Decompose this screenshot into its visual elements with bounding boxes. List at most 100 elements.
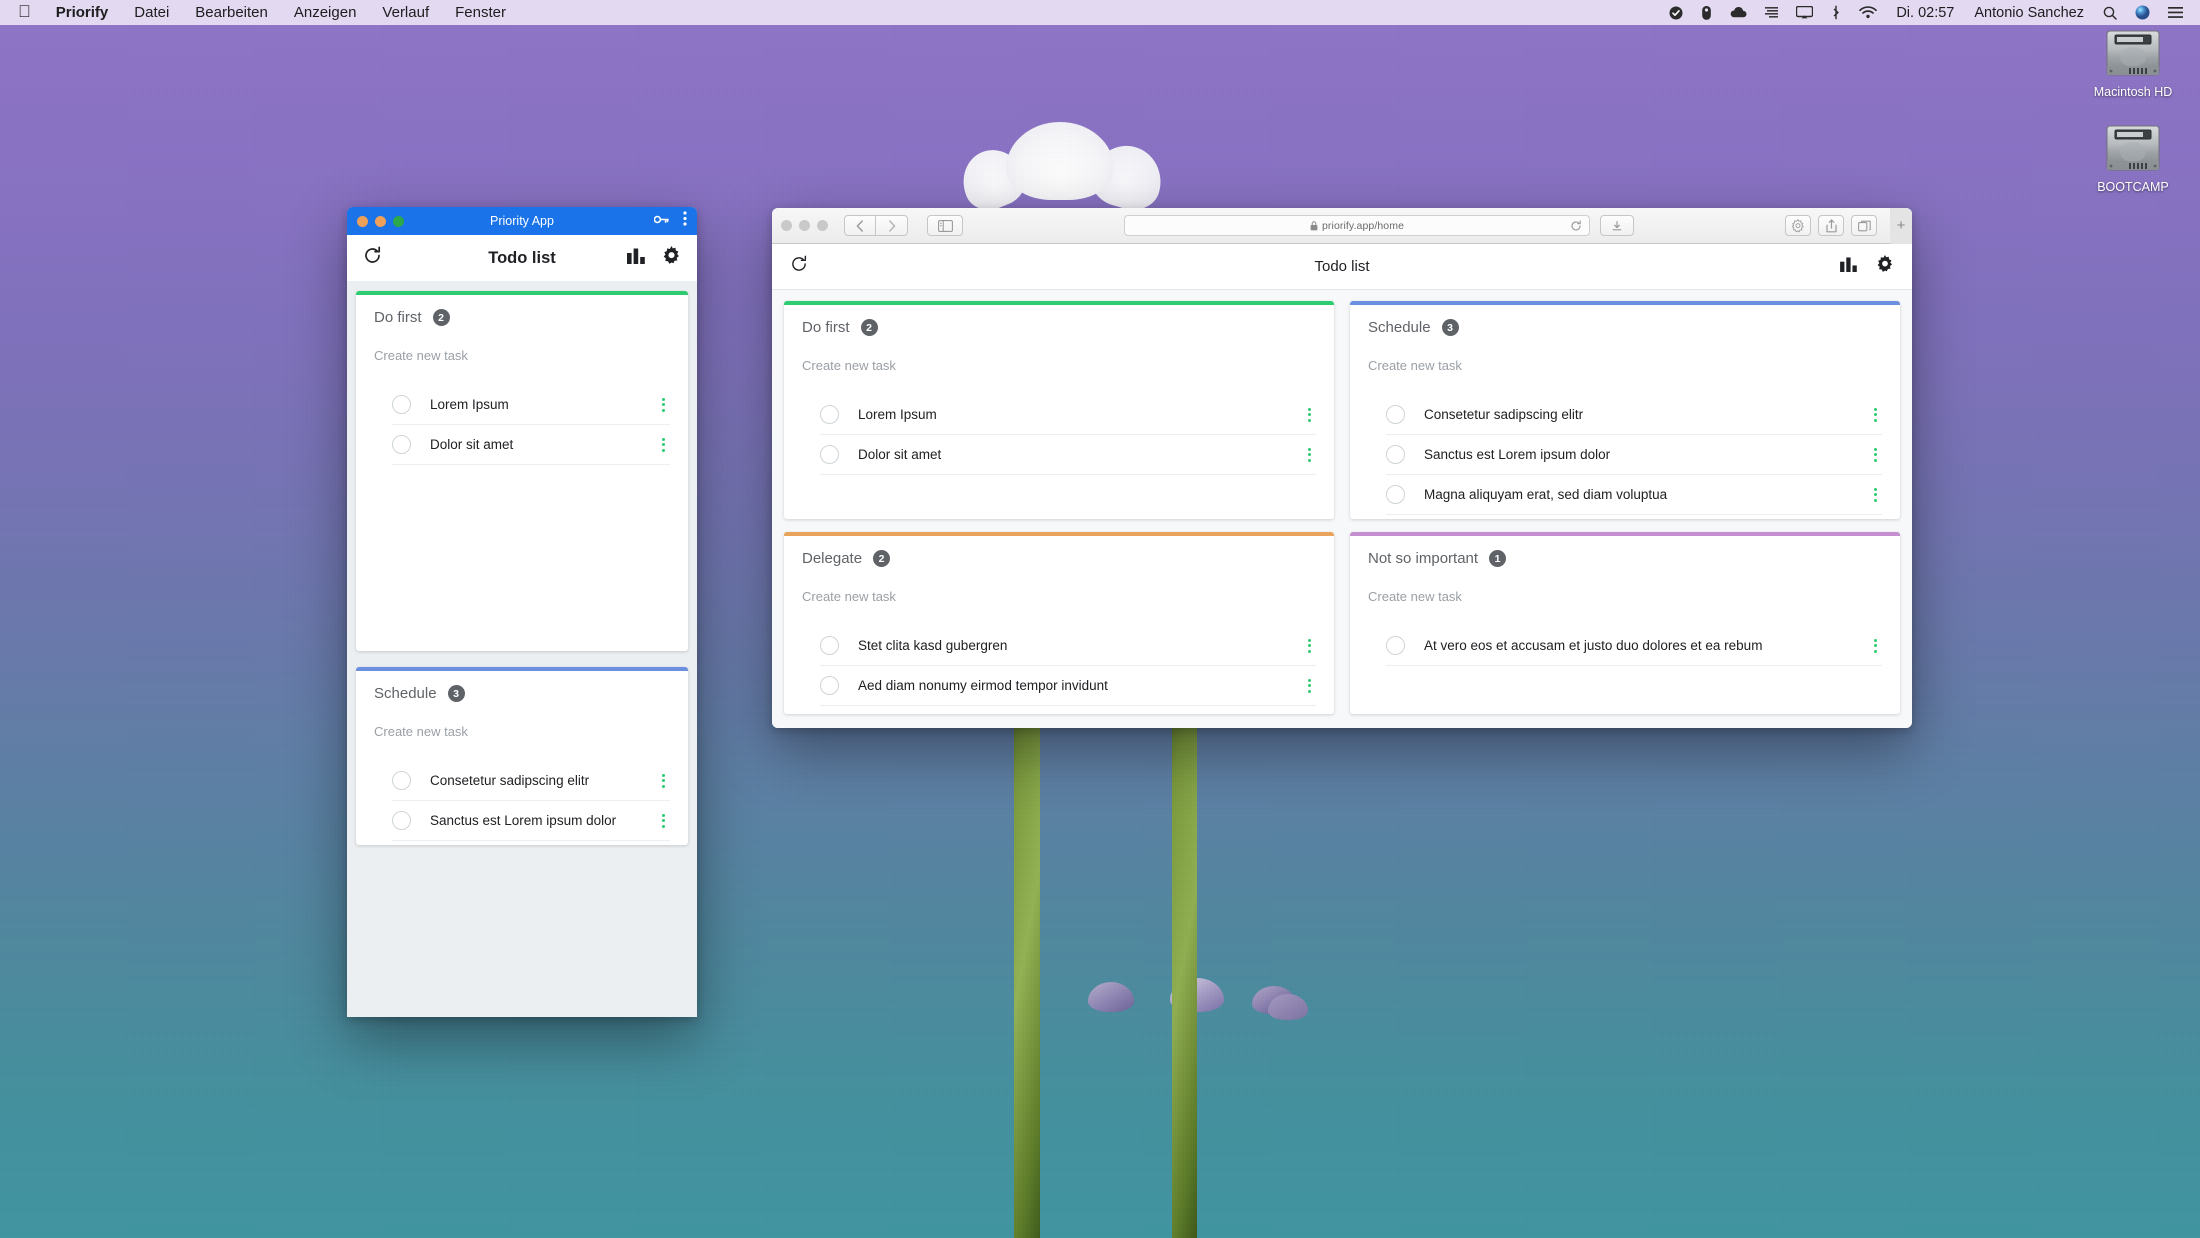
airplay-icon[interactable]	[1787, 6, 1822, 19]
back-button[interactable]	[844, 215, 876, 236]
menu-bar-clock[interactable]: Di. 02:57	[1886, 5, 1964, 21]
task-checkbox[interactable]	[392, 435, 411, 454]
create-new-task-input[interactable]: Create new task	[374, 348, 670, 363]
task-list: Stet clita kasd gubergren Aed diam nonumy…	[802, 626, 1316, 706]
control-center-icon[interactable]	[2159, 6, 2192, 19]
vertical-dots-icon[interactable]	[1302, 638, 1316, 654]
refresh-icon[interactable]	[790, 255, 808, 278]
card-title: Schedule	[374, 685, 437, 702]
vertical-dots-icon[interactable]	[1302, 447, 1316, 463]
wifi-icon[interactable]	[1850, 6, 1886, 19]
task-row[interactable]: Sanctus est Lorem ipsum dolor	[392, 801, 670, 841]
task-checkbox[interactable]	[392, 395, 411, 414]
cloud-icon[interactable]	[1721, 6, 1756, 19]
checkmark-circle-icon[interactable]	[1660, 6, 1692, 20]
task-row[interactable]: Stet clita kasd gubergren	[820, 626, 1316, 666]
task-row[interactable]: Consetetur sadipscing elitr	[1386, 395, 1882, 435]
task-row[interactable]: Magna aliquyam erat, sed diam voluptua	[1386, 475, 1882, 515]
dropbox-icon[interactable]	[1692, 5, 1721, 20]
apple-logo-icon[interactable]: 	[8, 3, 43, 22]
mobile-card-area: Do first 2 Create new task Lorem Ipsum Dolor…	[347, 281, 697, 1017]
vertical-dots-icon[interactable]	[1868, 487, 1882, 503]
vertical-dots-icon[interactable]	[1868, 407, 1882, 423]
create-new-task-input[interactable]: Create new task	[1368, 358, 1882, 373]
equalizer-icon[interactable]	[1756, 6, 1787, 20]
task-row[interactable]: Consetetur sadipscing elitr	[392, 761, 670, 801]
reload-icon[interactable]	[1570, 219, 1582, 232]
extensions-gear-icon[interactable]	[1785, 215, 1811, 236]
vertical-dots-icon[interactable]	[1868, 447, 1882, 463]
minimize-button[interactable]	[799, 220, 810, 231]
bluetooth-icon[interactable]	[1822, 5, 1850, 20]
desktop-icon-bootcamp[interactable]: BOOTCAMP	[2073, 123, 2193, 194]
menu-item-app[interactable]: Priorify	[43, 0, 122, 25]
task-checkbox[interactable]	[820, 636, 839, 655]
forward-button[interactable]	[876, 215, 908, 236]
menu-item-bearbeiten[interactable]: Bearbeiten	[182, 0, 281, 25]
desktop-icon-macintosh-hd[interactable]: Macintosh HD	[2073, 28, 2193, 99]
task-count-badge: 3	[447, 685, 465, 702]
task-checkbox[interactable]	[820, 405, 839, 424]
vertical-dots-icon[interactable]	[1302, 407, 1316, 423]
flower-bud	[1268, 994, 1308, 1020]
bar-chart-icon[interactable]	[1840, 256, 1858, 277]
task-checkbox[interactable]	[1386, 485, 1405, 504]
priority-app-window: Priority App Todo list Do first 2 Create n…	[347, 207, 697, 1017]
download-button[interactable]	[1600, 215, 1634, 236]
create-new-task-input[interactable]: Create new task	[1368, 589, 1882, 604]
task-card: Not so important 1 Create new task At vero …	[1350, 532, 1900, 714]
minimize-button[interactable]	[375, 215, 386, 227]
vertical-dots-icon[interactable]	[683, 211, 687, 231]
task-row[interactable]: Dolor sit amet	[820, 435, 1316, 475]
spotlight-search-icon[interactable]	[2094, 6, 2126, 20]
url-address-bar[interactable]: priorify.app/home	[1124, 215, 1590, 236]
menu-bar-username[interactable]: Antonio Sanchez	[1964, 5, 2094, 21]
vertical-dots-icon[interactable]	[656, 773, 670, 789]
maximize-button[interactable]	[817, 220, 828, 231]
vertical-dots-icon[interactable]	[656, 437, 670, 453]
task-count-badge: 1	[1489, 550, 1507, 567]
tab-overview-icon[interactable]	[1851, 215, 1877, 236]
task-checkbox[interactable]	[1386, 405, 1405, 424]
gear-icon[interactable]	[1876, 255, 1894, 278]
maximize-button[interactable]	[393, 215, 404, 227]
task-row[interactable]: Sanctus est Lorem ipsum dolor	[1386, 435, 1882, 475]
task-checkbox[interactable]	[1386, 636, 1405, 655]
task-checkbox[interactable]	[820, 445, 839, 464]
refresh-icon[interactable]	[363, 246, 382, 270]
vertical-dots-icon[interactable]	[656, 813, 670, 829]
task-row[interactable]: At vero eos et accusam et justo duo dolo…	[1386, 626, 1882, 666]
menu-item-datei[interactable]: Datei	[121, 0, 182, 25]
vertical-dots-icon[interactable]	[1868, 638, 1882, 654]
create-new-task-input[interactable]: Create new task	[374, 724, 670, 739]
create-new-task-input[interactable]: Create new task	[802, 589, 1316, 604]
task-checkbox[interactable]	[1386, 445, 1405, 464]
create-new-task-input[interactable]: Create new task	[802, 358, 1316, 373]
menu-item-verlauf[interactable]: Verlauf	[369, 0, 442, 25]
task-checkbox[interactable]	[820, 676, 839, 695]
safari-browser-window: priorify.app/home + Todo list Do first 2…	[772, 208, 1912, 728]
bar-chart-icon[interactable]	[627, 248, 646, 269]
task-checkbox[interactable]	[392, 771, 411, 790]
sidebar-icon[interactable]	[927, 215, 963, 236]
new-tab-button[interactable]: +	[1890, 208, 1912, 244]
siri-icon[interactable]	[2126, 5, 2159, 20]
close-button[interactable]	[357, 215, 368, 227]
menu-item-anzeigen[interactable]: Anzeigen	[281, 0, 370, 25]
mobile-window-titlebar[interactable]: Priority App	[347, 207, 697, 235]
task-list: Lorem Ipsum Dolor sit amet	[374, 385, 670, 465]
gear-icon[interactable]	[662, 246, 681, 270]
task-checkbox[interactable]	[392, 811, 411, 830]
task-count-badge: 2	[873, 550, 891, 567]
close-button[interactable]	[781, 220, 792, 231]
vertical-dots-icon[interactable]	[1302, 678, 1316, 694]
key-icon[interactable]	[653, 212, 669, 230]
share-icon[interactable]	[1818, 215, 1844, 236]
task-row[interactable]: Lorem Ipsum	[392, 385, 670, 425]
task-row[interactable]: Dolor sit amet	[392, 425, 670, 465]
task-row[interactable]: Lorem Ipsum	[820, 395, 1316, 435]
task-row[interactable]: Aed diam nonumy eirmod tempor invidunt	[820, 666, 1316, 706]
menu-item-fenster[interactable]: Fenster	[442, 0, 519, 25]
vertical-dots-icon[interactable]	[656, 397, 670, 413]
task-card: Do first 2 Create new task Lorem Ipsum Dolor…	[784, 301, 1334, 519]
